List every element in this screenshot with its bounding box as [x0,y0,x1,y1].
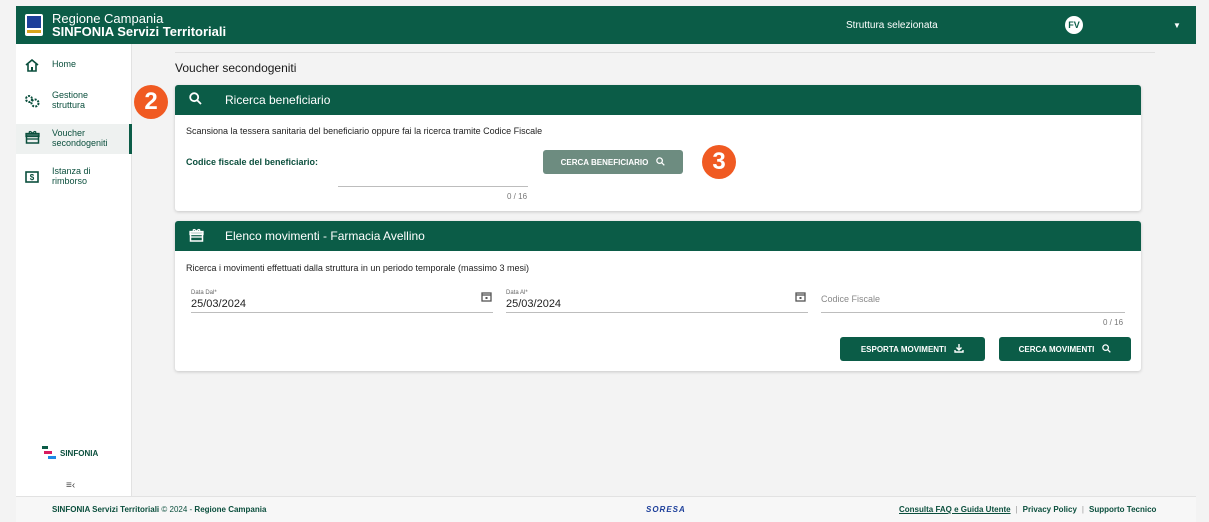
regione-campania-logo-icon [25,14,43,36]
step-badge-3: 3 [702,145,736,179]
sinfonia-logo-text: SINFONIA [60,448,99,458]
gift-box-icon [22,128,42,146]
search-icon [1102,343,1112,355]
download-icon [954,343,964,355]
sidebar-item-label: Voucher secondogeniti [52,128,108,148]
esporta-movimenti-button[interactable]: ESPORTA MOVIMENTI [840,337,985,361]
button-label: CERCA MOVIMENTI [1018,344,1095,354]
date-from-input[interactable]: 25/03/2024 [191,298,246,310]
date-to-underline [506,312,808,313]
character-counter: 0 / 16 [1103,318,1124,327]
app-name: SINFONIA Servizi Territoriali [52,24,227,39]
sinfonia-logo-icon [40,446,56,460]
home-icon [22,56,42,74]
footer: SINFONIA Servizi Territoriali © 2024 - R… [16,496,1196,522]
sinfonia-logo: SINFONIA [40,446,98,460]
collapse-sidebar-icon[interactable]: ≡‹ [66,480,75,491]
search-icon [656,156,666,168]
codice-fiscale-label: Codice fiscale del beneficiario: [186,157,319,167]
faq-link[interactable]: Consulta FAQ e Guida Utente [899,505,1011,514]
calendar-icon[interactable] [481,291,492,305]
card-title: Elenco movimenti - Farmacia Avellino [225,229,425,243]
step-badge-2: 2 [134,85,168,119]
money-icon: $ [22,166,42,184]
card-description: Ricerca i movimenti effettuati dalla str… [186,263,529,273]
footer-links: Consulta FAQ e Guida Utente | Privacy Poli… [899,505,1157,514]
search-icon [189,92,205,108]
sidebar-item-label: Gestione struttura [52,90,89,110]
sidebar-item-home[interactable]: Home [16,56,132,74]
date-to-label: Data Al* [506,290,528,296]
footer-region: Regione Campania [194,505,267,514]
card-description: Scansiona la tessera sanitaria del benef… [186,126,543,136]
card-title: Ricerca beneficiario [225,93,331,107]
sidebar-item-istanza-rimborso[interactable]: $ Istanza di rimborso [16,166,132,190]
gift-box-icon [189,228,205,245]
date-from-underline [191,312,493,313]
page-title: Voucher secondogeniti [175,61,297,75]
divider [175,52,1155,53]
svg-text:$: $ [30,173,35,182]
card-header: Elenco movimenti - Farmacia Avellino [175,221,1141,251]
user-avatar[interactable]: FV [1065,16,1083,34]
cerca-movimenti-button[interactable]: CERCA MOVIMENTI [999,337,1131,361]
character-counter: 0 / 16 [507,192,528,201]
movements-card: Elenco movimenti - Farmacia Avellino Ric… [175,221,1141,371]
sidebar-item-label: Istanza di rimborso [52,166,91,186]
footer-year: © 2024 - [161,505,193,514]
selected-structure-label[interactable]: Struttura selezionata [846,20,938,31]
support-link[interactable]: Supporto Tecnico [1089,505,1156,514]
codice-fiscale-underline [821,312,1125,313]
sidebar-item-gestione-struttura[interactable]: Gestione struttura [16,90,132,114]
footer-app-name: SINFONIA Servizi Territoriali [52,505,160,514]
button-label: CERCA BENEFICIARIO [560,157,649,167]
soresa-logo: SORESA [646,505,686,514]
sidebar: Home Gestione struttura Voucher secondog… [16,44,132,496]
search-beneficiary-card: Ricerca beneficiario Scansiona la tesser… [175,85,1141,211]
card-header: Ricerca beneficiario [175,85,1141,115]
date-to-input[interactable]: 25/03/2024 [506,298,561,310]
calendar-icon[interactable] [795,291,806,305]
sidebar-item-label: Home [52,59,77,69]
codice-fiscale-input[interactable]: Codice Fiscale [821,294,880,304]
brand: Regione Campania SINFONIA Servizi Territ… [52,12,226,38]
button-label: ESPORTA MOVIMENTI [860,344,947,354]
codice-fiscale-input[interactable] [338,186,528,187]
gears-icon [22,90,42,108]
top-bar: Regione Campania SINFONIA Servizi Territ… [16,6,1196,44]
sidebar-item-voucher-secondogeniti[interactable]: Voucher secondogeniti [16,124,132,154]
footer-copyright: SINFONIA Servizi Territoriali © 2024 - R… [52,505,266,514]
cerca-beneficiario-button[interactable]: CERCA BENEFICIARIO [543,150,683,174]
chevron-down-icon[interactable]: ▼ [1173,21,1181,30]
date-from-label: Data Dal* [191,290,217,296]
privacy-link[interactable]: Privacy Policy [1023,505,1077,514]
